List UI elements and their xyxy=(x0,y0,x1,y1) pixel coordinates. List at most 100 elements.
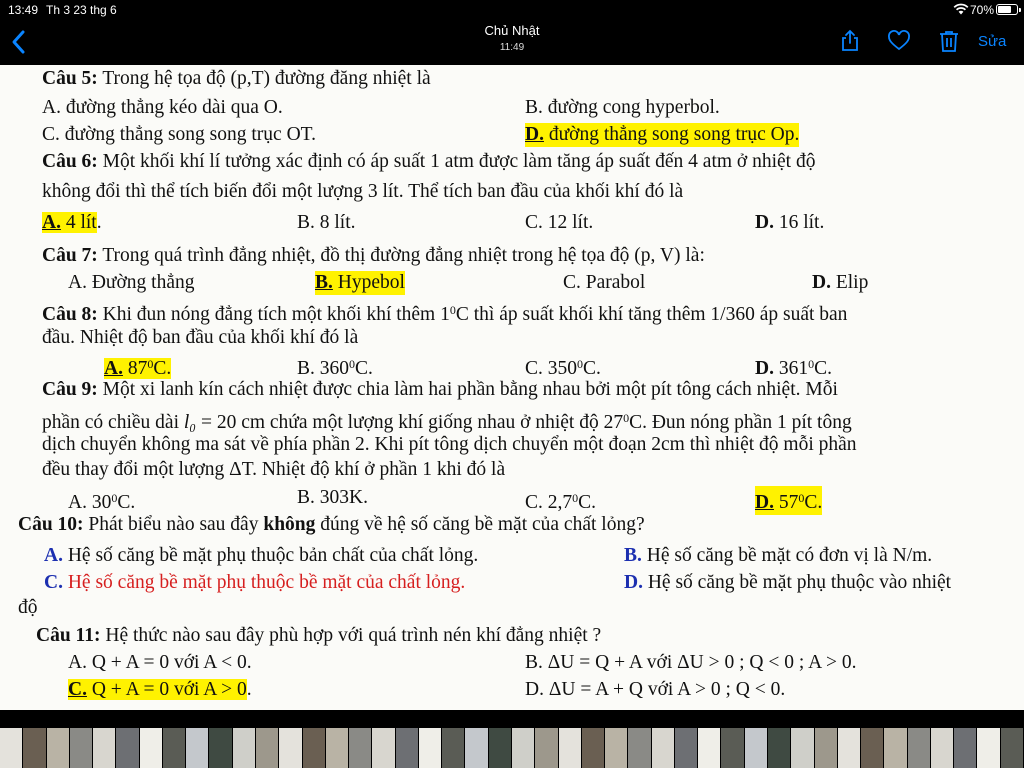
photo-thumbnail[interactable] xyxy=(581,728,605,768)
battery-icon xyxy=(996,4,1021,15)
nav-subtitle: 11:49 xyxy=(499,42,525,53)
q9-stem-line3: dịch chuyển không ma sát về phía phần 2.… xyxy=(42,434,857,455)
photo-thumbnail[interactable] xyxy=(535,728,558,768)
photo-thumbnail[interactable] xyxy=(907,728,930,768)
photo-document: Câu 5: Trong hệ tọa độ (p,T) đường đăng … xyxy=(0,65,1024,710)
q7-option-d: D. Elip xyxy=(812,272,869,293)
q11-stem: Câu 11: Hệ thức nào sau đây phù hợp với … xyxy=(36,625,602,646)
photo-thumbnail[interactable] xyxy=(69,728,93,768)
photo-thumbnail[interactable] xyxy=(139,728,162,768)
q10-option-c-red: C. Hệ số căng bề mặt phụ thuộc bề mặt củ… xyxy=(44,572,466,593)
photo-thumbnail[interactable] xyxy=(674,728,698,768)
q7-option-a: A. Đường thẳng xyxy=(68,272,195,293)
q10-option-a: A. Hệ số căng bề mặt phụ thuộc bản chất … xyxy=(44,545,479,566)
q6-option-d: D. 16 lít. xyxy=(755,212,825,233)
q9-stem-line4: đều thay đổi một lượng ΔT. Nhiệt độ khí … xyxy=(42,459,506,480)
photo-thumbnail[interactable] xyxy=(232,728,255,768)
trash-icon[interactable] xyxy=(937,29,961,53)
heart-icon[interactable] xyxy=(887,29,911,53)
q5-option-d-highlighted: D. đường thẳng song song trục Op. xyxy=(525,123,800,147)
photo-thumbnail[interactable] xyxy=(558,728,581,768)
photo-thumbnail[interactable] xyxy=(442,728,465,768)
q10-option-d-continued: độ xyxy=(18,597,38,618)
photo-thumbnail[interactable] xyxy=(837,728,861,768)
q6-option-c: C. 12 lít. xyxy=(525,212,594,233)
q8-option-d: D. 3610C. xyxy=(755,357,832,379)
photo-thumbnail[interactable] xyxy=(768,728,791,768)
photo-thumbnail[interactable] xyxy=(279,728,302,768)
q10-option-b: B. Hệ số căng bề mặt có đơn vị là N/m. xyxy=(624,545,933,566)
q7-option-b-highlighted: B. Hypebol xyxy=(315,271,405,295)
photo-thumbnail[interactable] xyxy=(930,728,954,768)
photo-thumbnail[interactable] xyxy=(488,728,511,768)
photo-thumbnail[interactable] xyxy=(628,728,651,768)
q8-stem-line1: Câu 8: Khi đun nóng đẳng tích một khối k… xyxy=(42,303,848,325)
status-bar: 13:49 Th 3 23 thg 6 70% xyxy=(0,0,1024,20)
q11-option-a: A. Q + A = 0 với A < 0. xyxy=(68,652,252,673)
q9-stem-line2: phần có chiều dài l₀ = 20 cm chứa một lư… xyxy=(42,411,852,433)
photo-thumbnail[interactable] xyxy=(46,728,69,768)
q7-stem: Câu 7: Trong quá trình đẳng nhiệt, đồ th… xyxy=(42,245,705,266)
photo-thumbnail[interactable] xyxy=(721,728,744,768)
q8-option-a-highlighted: A. 870C. xyxy=(104,357,172,379)
q6-option-b: B. 8 lít. xyxy=(297,212,356,233)
photo-thumbnail[interactable] xyxy=(465,728,488,768)
q11-option-b: B. ΔU = Q + A với ΔU > 0 ; Q < 0 ; A > 0… xyxy=(525,652,857,673)
photo-thumbnail[interactable] xyxy=(349,728,372,768)
q9-option-a: A. 300C. xyxy=(68,491,136,513)
status-date: Th 3 23 thg 6 xyxy=(46,3,117,17)
photo-thumbnail[interactable] xyxy=(605,728,628,768)
q5-option-b: B. đường cong hyperbol. xyxy=(525,97,720,118)
photo-thumbnail[interactable] xyxy=(1000,728,1023,768)
photo-thumbnail[interactable] xyxy=(93,728,116,768)
q11-option-c-highlighted: C. Q + A = 0 với A > 0. xyxy=(68,679,252,700)
photo-thumbnail[interactable] xyxy=(512,728,535,768)
q11-option-d: D. ΔU = A + Q với A > 0 ; Q < 0. xyxy=(525,679,786,700)
photo-thumbnail[interactable] xyxy=(209,728,232,768)
q9-option-b: B. 303K. xyxy=(297,487,368,508)
q6-stem-line1: Câu 6: Một khối khí lí tưởng xác định có… xyxy=(42,151,816,172)
nav-bar: Chủ Nhật 11:49 Sửa xyxy=(0,20,1024,65)
photo-thumbnail[interactable] xyxy=(325,728,349,768)
share-icon[interactable] xyxy=(838,29,862,53)
q8-stem-line2: đầu. Nhiệt độ ban đầu của khối khí đó là xyxy=(42,327,359,348)
photo-thumbnail[interactable] xyxy=(0,728,23,768)
q9-option-c: C. 2,70C. xyxy=(525,491,597,513)
q9-option-d-highlighted: D. 570C. xyxy=(755,486,823,515)
photo-thumbnail[interactable] xyxy=(814,728,837,768)
photo-thumbnail[interactable] xyxy=(256,728,279,768)
thumbnail-strip[interactable] xyxy=(0,712,1024,768)
wifi-icon xyxy=(953,3,969,15)
q6-option-a-highlighted: A. 4 lít. xyxy=(42,212,102,233)
photo-thumbnail[interactable] xyxy=(954,728,977,768)
q10-stem: Câu 10: Phát biểu nào sau đây không đúng… xyxy=(18,514,645,535)
photo-thumbnail[interactable] xyxy=(884,728,907,768)
back-chevron-icon[interactable] xyxy=(8,28,30,56)
q9-stem-line1: Câu 9: Một xi lanh kín cách nhiệt được c… xyxy=(42,379,838,400)
photo-thumbnail[interactable] xyxy=(861,728,884,768)
photo-thumbnail[interactable] xyxy=(372,728,395,768)
photo-thumbnail[interactable] xyxy=(116,728,139,768)
photo-thumbnail[interactable] xyxy=(651,728,674,768)
photo-thumbnail[interactable] xyxy=(395,728,418,768)
q8-option-c: C. 3500C. xyxy=(525,357,601,379)
photo-thumbnail[interactable] xyxy=(418,728,442,768)
q5-option-c: C. đường thẳng song song trục OT. xyxy=(42,124,316,145)
q5-option-a: A. đường thẳng kéo dài qua O. xyxy=(42,97,283,118)
q8-option-b: B. 3600C. xyxy=(297,357,373,379)
photo-thumbnail[interactable] xyxy=(791,728,814,768)
photo-thumbnail[interactable] xyxy=(744,728,767,768)
photo-thumbnail[interactable] xyxy=(977,728,1000,768)
photo-thumbnail[interactable] xyxy=(698,728,721,768)
edit-button[interactable]: Sửa xyxy=(978,33,1006,50)
photo-thumbnail[interactable] xyxy=(162,728,186,768)
photo-thumbnail[interactable] xyxy=(186,728,209,768)
status-time: 13:49 xyxy=(8,3,39,17)
photo-thumbnail[interactable] xyxy=(302,728,325,768)
q5-stem: Câu 5: Trong hệ tọa độ (p,T) đường đăng … xyxy=(42,68,431,89)
nav-title: Chủ Nhật xyxy=(484,23,540,38)
q10-option-d: D. Hệ số căng bề mặt phụ thuộc vào nhiệt xyxy=(624,572,952,593)
battery-percent: 70% xyxy=(970,3,995,17)
photo-thumbnail[interactable] xyxy=(23,728,46,768)
q7-option-c: C. Parabol xyxy=(563,272,646,293)
